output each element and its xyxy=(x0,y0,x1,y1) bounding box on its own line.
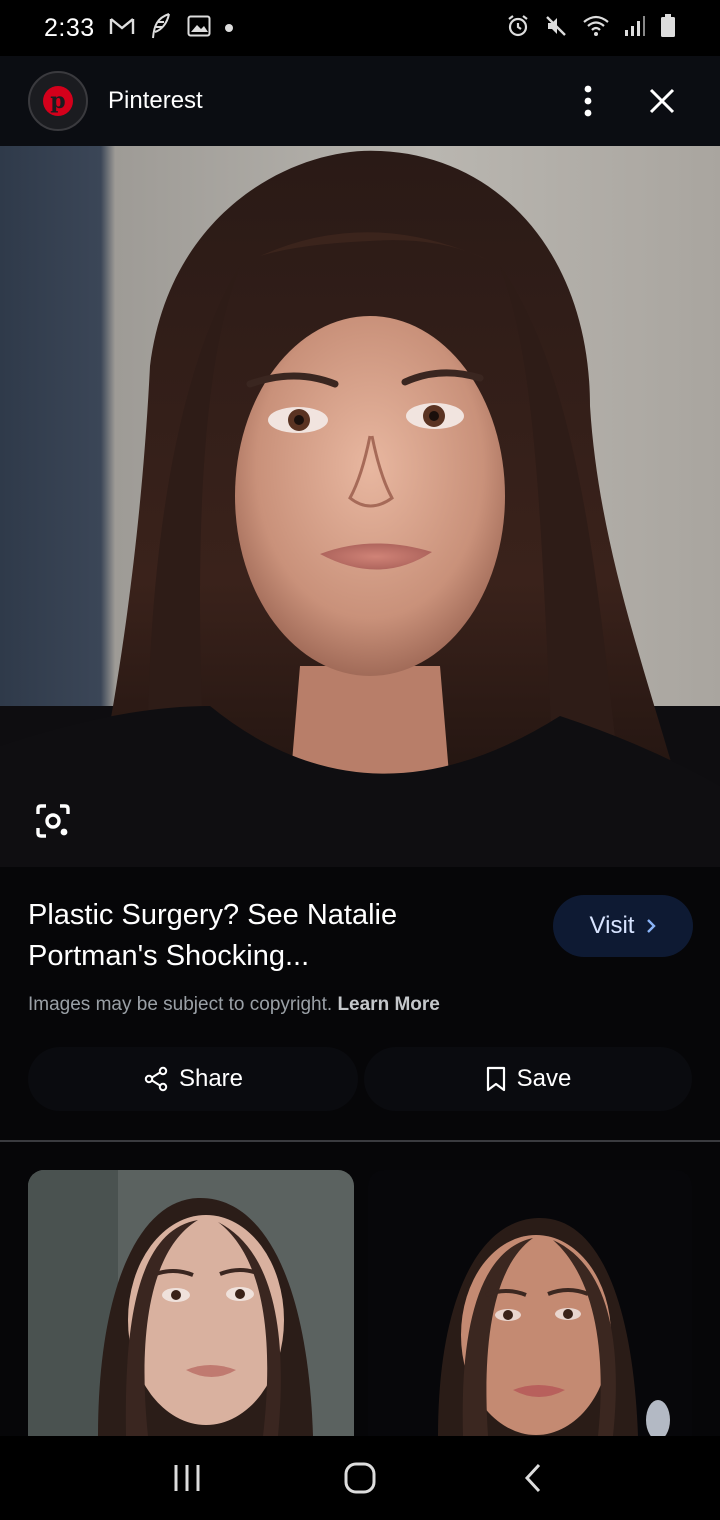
close-icon xyxy=(649,88,675,114)
wifi-icon xyxy=(582,15,610,42)
battery-icon xyxy=(660,13,676,43)
share-button[interactable]: Share xyxy=(28,1047,358,1111)
status-left-icons xyxy=(109,12,233,45)
status-time: 2:33 xyxy=(44,13,95,42)
related-image-1 xyxy=(28,1170,354,1436)
close-button[interactable] xyxy=(638,77,686,125)
pinterest-logo-mark: p xyxy=(43,86,73,116)
home-button[interactable] xyxy=(330,1448,390,1508)
related-image-2 xyxy=(368,1170,692,1436)
system-nav-bar xyxy=(0,1436,720,1520)
status-right-icons xyxy=(506,13,676,43)
home-icon xyxy=(344,1462,376,1494)
google-lens-icon xyxy=(36,804,70,838)
alarm-icon xyxy=(506,14,530,43)
feather-icon xyxy=(149,12,173,45)
gmail-icon xyxy=(109,16,135,41)
chevron-right-icon xyxy=(647,919,657,933)
related-image-card[interactable] xyxy=(368,1170,692,1436)
bookmark-icon xyxy=(486,1066,505,1092)
more-options-button[interactable] xyxy=(568,81,608,121)
recent-apps-button[interactable] xyxy=(157,1448,217,1508)
visit-button[interactable]: Visit xyxy=(553,895,693,957)
back-button[interactable] xyxy=(503,1448,563,1508)
recent-apps-icon xyxy=(174,1465,200,1491)
main-image[interactable] xyxy=(0,146,720,867)
related-image-card[interactable] xyxy=(28,1170,354,1436)
portrait-photo xyxy=(0,146,720,867)
share-icon xyxy=(144,1066,168,1092)
share-label: Share xyxy=(178,1065,244,1092)
source-header: p Pinterest xyxy=(0,56,720,146)
copyright-text: Images may be subject to copyright. xyxy=(28,994,333,1015)
signal-icon xyxy=(624,15,646,42)
google-lens-button[interactable] xyxy=(24,792,82,850)
result-title[interactable]: Plastic Surgery? See Natalie Portman's S… xyxy=(28,895,528,977)
save-button[interactable]: Save xyxy=(364,1047,692,1111)
pinterest-logo[interactable]: p xyxy=(28,71,88,131)
more-vert-icon xyxy=(584,85,592,117)
site-name[interactable]: Pinterest xyxy=(108,87,203,115)
save-label: Save xyxy=(516,1065,572,1092)
visit-label: Visit xyxy=(589,912,635,939)
result-info: Plastic Surgery? See Natalie Portman's S… xyxy=(0,867,720,1142)
status-bar: 2:33 xyxy=(0,0,720,56)
learn-more-link[interactable]: Learn More xyxy=(337,994,439,1015)
copyright-notice: Images may be subject to copyright. Lear… xyxy=(28,994,440,1016)
mute-icon xyxy=(544,14,568,43)
gallery-icon xyxy=(187,15,211,42)
related-images xyxy=(0,1142,720,1436)
back-icon xyxy=(525,1463,541,1493)
notification-dot xyxy=(224,24,233,32)
